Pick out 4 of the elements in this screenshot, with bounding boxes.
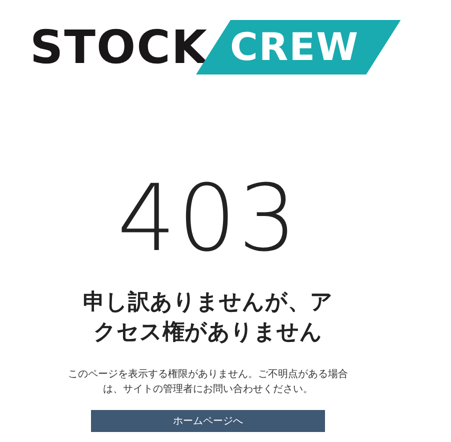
home-button[interactable]: ホームページへ [91,410,325,432]
error-message: このページを表示する権限がありません。ご不明点がある場合は、サイトの管理者にお問い合わせください。 [67,368,349,397]
error-code: 403 [117,173,299,265]
error-heading: 申し訳ありませんが、アクセス権がありません [82,288,334,347]
